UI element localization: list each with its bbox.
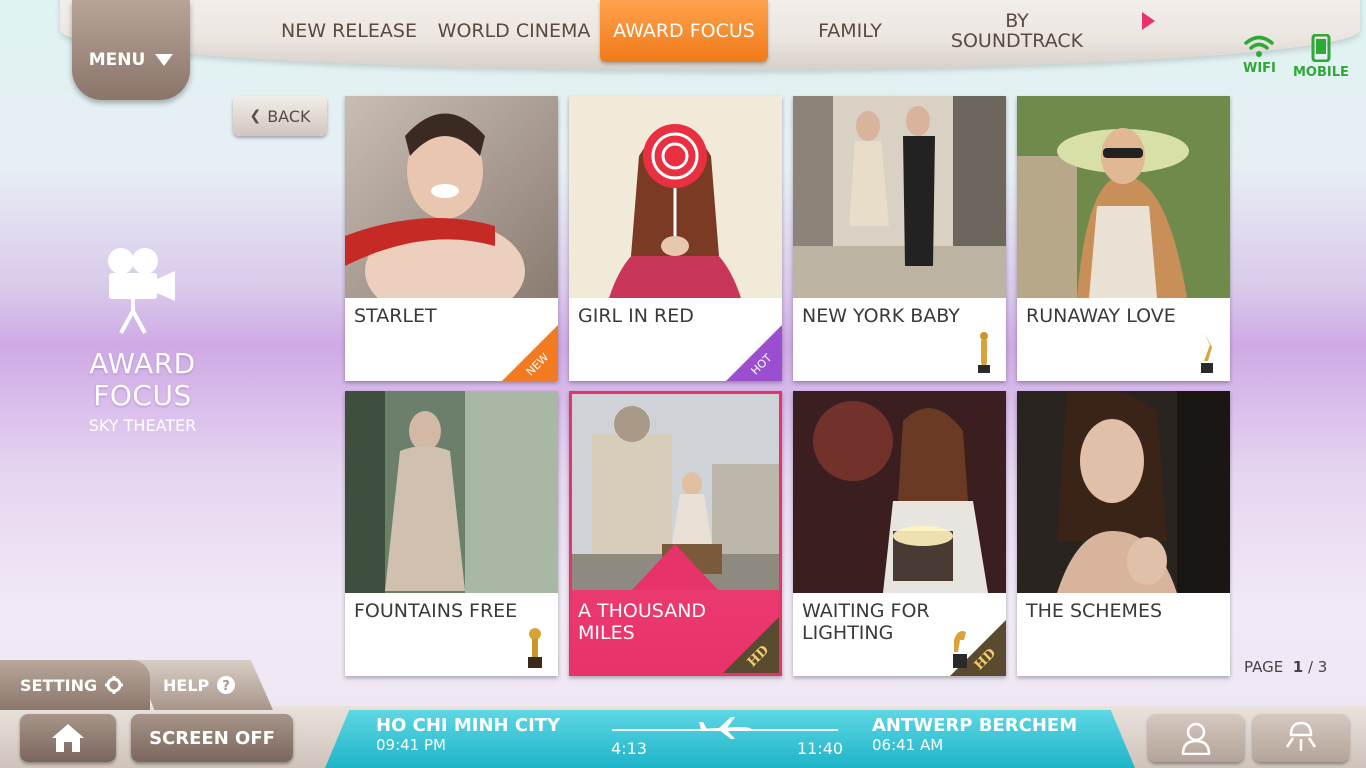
tab-by-soundtrack[interactable]: BY SOUNDTRACK <box>932 0 1102 62</box>
home-button[interactable] <box>20 714 116 762</box>
movie-title: STARLET <box>354 305 437 327</box>
movie-poster <box>569 96 782 298</box>
back-label: BACK <box>267 106 311 126</box>
airplane-icon <box>699 717 751 739</box>
movie-poster <box>345 96 558 298</box>
next-tabs-arrow-icon[interactable] <box>1142 12 1155 30</box>
movie-poster <box>345 391 558 593</box>
back-button[interactable]: ❮ BACK <box>233 96 327 136</box>
movie-grid: STARLET NEW GIRL IN RED HOT NEW YORK BAB… <box>345 96 1231 676</box>
movie-title: GIRL IN RED <box>578 305 694 327</box>
setting-label: SETTING <box>20 675 98 695</box>
movie-card-runaway-love[interactable]: RUNAWAY LOVE <box>1017 96 1230 381</box>
page-label: PAGE <box>1244 658 1284 676</box>
origin-time: 09:41 PM <box>376 736 446 754</box>
wifi-icon <box>1244 35 1275 57</box>
horse-trophy-icon <box>953 631 967 668</box>
attendant-call-button[interactable] <box>1148 714 1244 762</box>
tab-award-focus[interactable]: AWARD FOCUS <box>600 0 768 62</box>
home-icon <box>52 724 84 752</box>
elapsed-time: 4:13 <box>611 739 647 758</box>
reading-light-icon <box>1285 721 1317 751</box>
attendant-icon <box>1181 722 1211 755</box>
help-label: HELP <box>163 675 210 695</box>
section-title-line2: FOCUS <box>93 379 192 412</box>
page-total: / 3 <box>1307 658 1328 676</box>
screen-off-button[interactable]: SCREEN OFF <box>131 714 293 762</box>
mobile-label: MOBILE <box>1293 65 1349 80</box>
menu-label: MENU <box>88 50 146 70</box>
wifi-status: WIFI <box>1243 34 1276 76</box>
dancer-trophy-icon <box>1201 333 1213 373</box>
movie-camera-icon <box>107 248 175 334</box>
help-button[interactable]: HELP ? <box>135 660 273 710</box>
gear-icon <box>105 676 124 694</box>
section-subtitle: SKY THEATER <box>88 416 197 435</box>
movie-card-starlet[interactable]: STARLET NEW <box>345 96 558 381</box>
svg-text:?: ? <box>222 679 230 694</box>
movie-card-fountains-free[interactable]: FOUNTAINS FREE <box>345 391 558 676</box>
movie-poster <box>793 391 1006 593</box>
reading-light-button[interactable] <box>1253 714 1349 762</box>
destination-time: 06:41 AM <box>872 736 944 754</box>
hd-badge: HD <box>723 617 779 673</box>
mobile-status: MOBILE <box>1293 34 1349 80</box>
movie-card-a-thousand-miles[interactable]: A THOUSAND MILES HD <box>569 391 782 676</box>
movie-title: RUNAWAY LOVE <box>1026 305 1176 327</box>
destination-info: ANTWERP BERCHEM 06:41 AM <box>872 715 1078 755</box>
category-tabs: NEW RELEASE WORLD CINEMA AWARD FOCUS FAM… <box>270 0 1102 62</box>
setting-button[interactable]: SETTING <box>0 660 150 710</box>
movie-poster <box>1017 96 1230 298</box>
question-circle-icon: ? <box>217 676 236 694</box>
movie-card-girl-in-red[interactable]: GIRL IN RED HOT <box>569 96 782 381</box>
page-indicator: PAGE 1 / 3 <box>1244 658 1327 676</box>
movie-title: FOUNTAINS FREE <box>354 600 518 622</box>
menu-button[interactable]: MENU <box>72 0 190 100</box>
movie-card-waiting-for-lighting[interactable]: WAITING FOR LIGHTING HD <box>793 391 1006 676</box>
origin-city: HO CHI MINH CITY <box>376 715 561 736</box>
globe-trophy-icon <box>528 628 542 668</box>
movie-poster <box>793 96 1006 298</box>
movie-card-new-york-baby[interactable]: NEW YORK BABY <box>793 96 1006 381</box>
movie-poster <box>1017 391 1230 593</box>
oscar-statue-icon <box>978 332 990 373</box>
chevron-down-icon <box>155 54 174 66</box>
mobile-phone-icon <box>1311 34 1331 62</box>
origin-info: HO CHI MINH CITY 09:41 PM <box>376 715 561 755</box>
movie-title: NEW YORK BABY <box>802 305 960 327</box>
movie-card-the-schemes[interactable]: THE SCHEMES <box>1017 391 1230 676</box>
screen-off-label: SCREEN OFF <box>149 727 275 749</box>
hot-badge: HOT <box>726 325 782 381</box>
destination-city: ANTWERP BERCHEM <box>872 715 1078 736</box>
new-badge: NEW <box>502 325 558 381</box>
section-title-line1: AWARD <box>89 347 196 380</box>
tab-new-release[interactable]: NEW RELEASE <box>270 0 428 62</box>
page-current: 1 <box>1292 658 1304 676</box>
tab-family[interactable]: FAMILY <box>768 0 932 62</box>
tab-world-cinema[interactable]: WORLD CINEMA <box>428 0 600 62</box>
section-title-block: AWARD FOCUS SKY THEATER <box>80 245 205 435</box>
wifi-label: WIFI <box>1243 61 1276 76</box>
total-time: 11:40 <box>797 739 844 758</box>
chevron-left-icon: ❮ <box>249 108 262 124</box>
movie-title: THE SCHEMES <box>1026 600 1163 622</box>
movie-poster <box>572 394 779 590</box>
